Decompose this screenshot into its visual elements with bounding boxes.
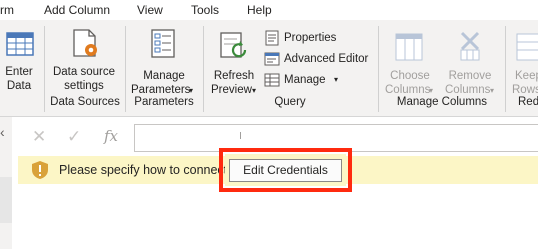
close-icon[interactable]: ✕: [32, 127, 46, 147]
ribbon-separator: [378, 26, 379, 112]
refresh-preview-label-1: Refresh: [213, 70, 255, 82]
ribbon: Enter Data Data source settings Data Sou…: [0, 20, 538, 117]
enter-data-label-1: Enter: [5, 66, 33, 78]
choose-columns-icon: [395, 33, 423, 61]
menu-help[interactable]: Help: [247, 3, 272, 17]
advanced-editor-button[interactable]: Advanced Editor: [264, 51, 372, 67]
ribbon-separator: [505, 26, 506, 112]
group-label-manage-columns: Manage Columns: [396, 96, 488, 108]
choose-columns-label-1: Choose: [390, 70, 430, 82]
text-cursor: [240, 132, 241, 139]
remove-columns-label-1: Remove: [448, 70, 492, 82]
group-label-query: Query: [274, 96, 306, 108]
properties-button[interactable]: Properties: [264, 30, 364, 46]
edit-credentials-container: Edit Credentials: [225, 154, 346, 186]
edit-credentials-button[interactable]: Edit Credentials: [229, 159, 342, 182]
group-label-parameters: Parameters: [134, 96, 194, 108]
keep-rows-button[interactable]: Keep Rows: [510, 24, 538, 96]
menu-transform[interactable]: rm: [0, 3, 14, 17]
ribbon-separator: [44, 26, 45, 112]
group-label-data-sources: Data Sources: [50, 96, 120, 108]
group-label-reduce-rows: Red: [518, 96, 538, 108]
enter-data-button[interactable]: Enter Data: [0, 24, 38, 92]
ribbon-separator: [125, 26, 126, 112]
enter-data-label-2: Data: [6, 80, 32, 92]
manage-parameters-button[interactable]: Manage Parameters ▾: [129, 24, 199, 96]
advanced-editor-icon: [264, 52, 280, 66]
formula-bar-controls: ✕ ✓ fx: [22, 124, 127, 152]
data-source-settings-icon: [73, 29, 97, 57]
warning-message: Please specify how to connect.: [59, 163, 231, 177]
chevron-left-icon[interactable]: ‹: [0, 124, 5, 140]
table-icon: [6, 32, 34, 56]
check-icon[interactable]: ✓: [67, 127, 81, 147]
properties-icon: [265, 30, 279, 46]
data-source-settings-button[interactable]: Data source settings: [49, 24, 119, 92]
remove-columns-icon: [460, 31, 480, 61]
manage-label: Manage: [284, 74, 326, 86]
choose-columns-button[interactable]: Choose Columns ▾: [383, 24, 437, 96]
ribbon-separator: [203, 26, 204, 112]
warning-shield-icon: [32, 161, 48, 179]
properties-label: Properties: [284, 32, 337, 44]
menu-tools[interactable]: Tools: [191, 3, 219, 17]
menu-add-column[interactable]: Add Column: [44, 3, 110, 17]
advanced-editor-label: Advanced Editor: [284, 53, 369, 65]
keep-rows-icon: [516, 33, 538, 61]
refresh-preview-button[interactable]: Refresh Preview ▾: [207, 24, 261, 96]
data-source-settings-label-1: Data source: [52, 66, 115, 78]
queries-pane-handle[interactable]: [0, 177, 12, 223]
parameters-icon: [151, 29, 175, 58]
remove-columns-button[interactable]: Remove Columns ▾: [441, 24, 499, 96]
refresh-icon: [220, 32, 247, 58]
manage-parameters-label-1: Manage: [143, 70, 185, 82]
keep-rows-label-1: Keep: [515, 70, 538, 82]
data-source-settings-label-2: settings: [64, 80, 104, 92]
dropdown-arrow-icon: ▾: [334, 75, 339, 84]
menu-bar: rm Add Column View Tools Help: [0, 0, 538, 20]
fx-icon[interactable]: fx: [104, 127, 118, 145]
menu-view[interactable]: View: [137, 3, 163, 17]
manage-button[interactable]: Manage ▾: [264, 72, 344, 88]
manage-icon: [264, 73, 280, 87]
